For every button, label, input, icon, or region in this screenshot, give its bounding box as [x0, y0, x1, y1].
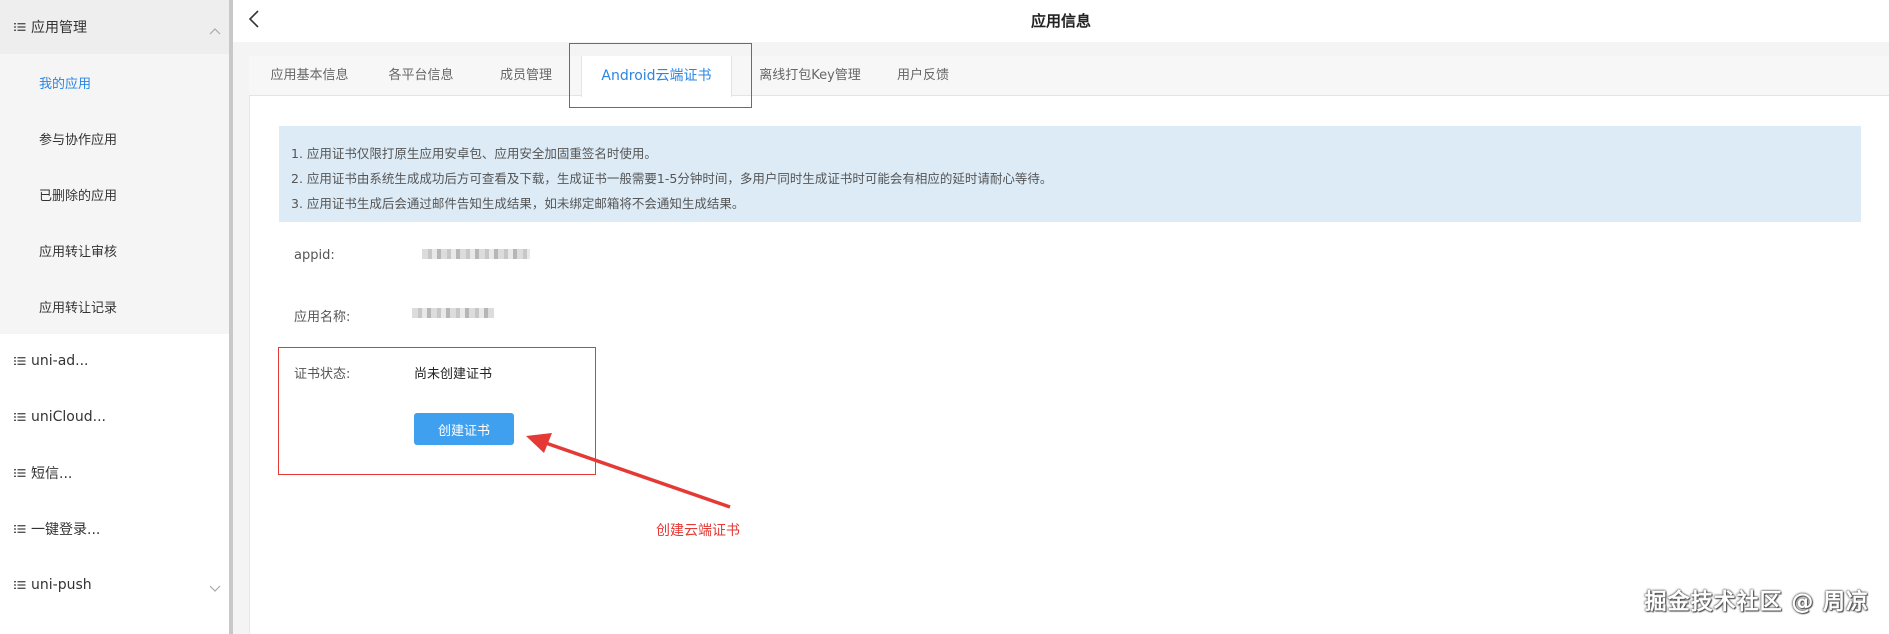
cert-status-label: 证书状态:	[294, 367, 351, 382]
appid-value-redacted	[422, 249, 530, 259]
notice-line: 1. 应用证书仅限打原生应用安卓包、应用安全加固重签名时使用。	[291, 146, 657, 161]
tab-basic-info[interactable]: 应用基本信息	[261, 56, 358, 96]
sidebar-item-collab-apps[interactable]: 参与协作应用	[0, 110, 229, 166]
menu-uni-push[interactable]: uni-push	[0, 558, 229, 612]
watermark: 掘金技术社区 @ 周凉	[1644, 590, 1869, 615]
annotation-arrow-icon	[526, 433, 731, 509]
sidebar: 应用管理 我的应用 参与协作应用 已删除的应用 应用转让审核 应用转让记录 un…	[0, 0, 229, 634]
menu-unicloud[interactable]: uniCloud...	[0, 390, 229, 444]
tab-platform-info[interactable]: 各平台信息	[378, 56, 464, 96]
sidebar-item-label: 参与协作应用	[39, 132, 118, 148]
create-cert-button[interactable]: 创建证书	[414, 413, 514, 445]
list-icon	[14, 22, 26, 32]
menu-uni-ad[interactable]: uni-ad...	[0, 334, 229, 388]
menu-sms-label: 短信...	[31, 466, 73, 482]
chevron-down-icon	[209, 581, 221, 592]
list-icon	[14, 580, 26, 590]
sidebar-item-transfer-records[interactable]: 应用转让记录	[0, 278, 229, 334]
tab-user-feedback[interactable]: 用户反馈	[891, 56, 955, 96]
chevron-up-icon	[209, 23, 221, 35]
menu-app-management-label: 应用管理	[31, 20, 87, 36]
page-title: 应用信息	[1030, 12, 1091, 30]
annotation-label: 创建云端证书	[656, 523, 740, 539]
menu-one-click-login[interactable]: 一键登录...	[0, 502, 229, 556]
list-icon	[14, 524, 26, 534]
menu-uni-push-label: uni-push	[31, 577, 92, 593]
sidebar-item-label: 已删除的应用	[39, 188, 118, 204]
sidebar-item-label: 我的应用	[39, 76, 92, 92]
submenu-app-management: 我的应用 参与协作应用 已删除的应用 应用转让审核 应用转让记录	[0, 54, 229, 334]
menu-app-management[interactable]: 应用管理	[0, 0, 229, 54]
list-icon	[14, 468, 26, 478]
sidebar-item-deleted-apps[interactable]: 已删除的应用	[0, 166, 229, 222]
tab-member-management[interactable]: 成员管理	[489, 56, 563, 96]
app-name-value-redacted	[412, 308, 494, 318]
menu-sms[interactable]: 短信...	[0, 446, 229, 500]
sidebar-item-my-apps[interactable]: 我的应用	[0, 54, 229, 110]
header: 应用信息	[233, 0, 1889, 42]
menu-unicloud-label: uniCloud...	[31, 409, 106, 425]
tab-bar: 应用基本信息 各平台信息 成员管理 Android云端证书 离线打包Key管理 …	[249, 56, 1889, 97]
appid-label: appid:	[294, 248, 335, 263]
app-name-label: 应用名称:	[294, 310, 351, 325]
notice-line: 3. 应用证书生成后会通过邮件告知生成结果，如未绑定邮箱将不会通知生成结果。	[291, 196, 745, 211]
notice-line: 2. 应用证书由系统生成成功后方可查看及下载，生成证书一般需要1-5分钟时间，多…	[291, 171, 1053, 186]
tab-offline-key[interactable]: 离线打包Key管理	[752, 56, 868, 96]
tab-android-cloud-cert[interactable]: Android云端证书	[581, 56, 732, 97]
list-icon	[14, 356, 26, 366]
sidebar-item-label: 应用转让审核	[39, 244, 118, 260]
sidebar-item-label: 应用转让记录	[39, 300, 118, 316]
cert-status-value: 尚未创建证书	[414, 367, 493, 382]
notice-box: 1. 应用证书仅限打原生应用安卓包、应用安全加固重签名时使用。 2. 应用证书由…	[279, 126, 1861, 222]
sidebar-item-transfer-review[interactable]: 应用转让审核	[0, 222, 229, 278]
list-icon	[14, 412, 26, 422]
menu-one-click-login-label: 一键登录...	[31, 522, 101, 538]
menu-uni-ad-label: uni-ad...	[31, 353, 89, 369]
